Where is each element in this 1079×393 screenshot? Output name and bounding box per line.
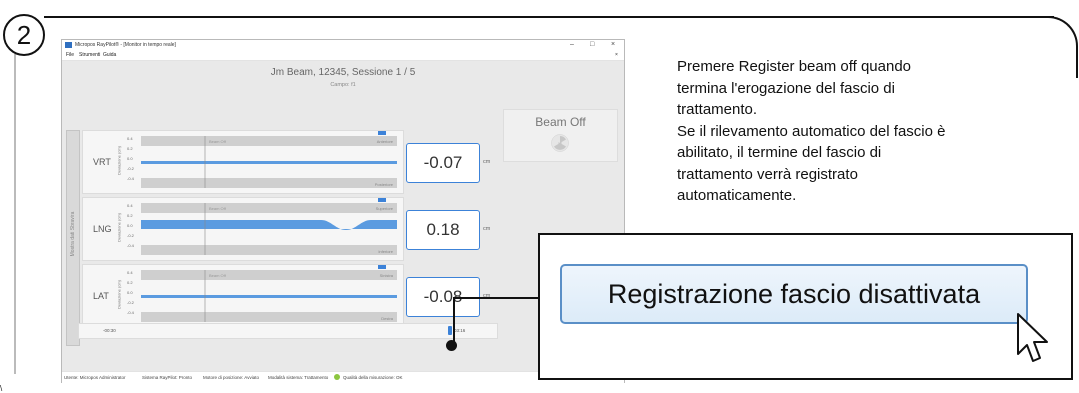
leader-line — [453, 297, 540, 299]
marker-icon — [378, 265, 386, 269]
unit-vrt: cm — [483, 159, 491, 165]
timeline-start: -00:30 — [103, 328, 116, 333]
frame-top-line — [44, 16, 1054, 18]
status-user: Utente: Micropos Administrator — [64, 375, 126, 380]
side-tab[interactable]: Mostra dati Sbravira — [66, 130, 80, 346]
vrt-deviation-plot: Beam Off Anteriore Posteriore — [141, 136, 397, 188]
value-vrt: -0.07 — [406, 143, 480, 183]
step-number: 2 — [3, 14, 45, 56]
tick-label: 0.0 — [127, 223, 133, 228]
panel-lat: LAT Deviazione (cm) 0.4 0.2 0.0 -0.2 -0.… — [82, 264, 404, 328]
timeline-end: 03:16 — [454, 328, 466, 333]
y-axis-label: Deviazione (cm) — [116, 146, 122, 175]
tick-label: 0.4 — [127, 270, 133, 275]
frame-left-line — [14, 54, 16, 374]
status-system: Sistema RayPilot: Pronto — [142, 375, 193, 380]
lng-deviation-plot: Beam Off Superiore Inferiore — [141, 203, 397, 255]
y-axis-label: Deviazione (cm) — [116, 213, 122, 242]
cursor-icon — [1017, 313, 1048, 362]
marker-icon — [378, 198, 386, 202]
instruction-line: Premere Register beam off quando — [677, 58, 912, 75]
session-title: Jm Beam, 12345, Sessione 1 / 5 — [270, 67, 416, 78]
instruction-text: Premere Register beam off quando termina… — [677, 56, 1072, 207]
tick-label: -0.4 — [127, 243, 134, 248]
channel-label-vrt: VRT — [93, 157, 111, 167]
bottom-label-vrt: Posteriore — [375, 182, 394, 187]
menu-bar: File Strumenti Guida × — [62, 51, 624, 61]
title-bar: Micropos RayPilot® - [Monitor in tempo r… — [62, 40, 624, 51]
tick-label: 0.4 — [127, 136, 133, 141]
instruction-line: trattamento. — [677, 101, 758, 118]
maximize-button[interactable]: □ — [590, 41, 594, 49]
panel-lng: LNG Deviazione (cm) 0.4 0.2 0.0 -0.2 -0.… — [82, 197, 404, 261]
instruction-line: termina l'erogazione del fascio di — [677, 79, 895, 97]
field-label: Campo: f1 — [330, 82, 356, 88]
lat-deviation-plot: Beam Off Sinistra Destra — [141, 270, 397, 322]
tick-label: -0.2 — [127, 300, 134, 305]
minimize-button[interactable]: – — [570, 41, 574, 49]
tick-label: -0.2 — [127, 233, 134, 238]
quality-ok-icon — [334, 374, 340, 380]
close-document-button[interactable]: × — [615, 52, 618, 58]
unit-lng: cm — [483, 226, 491, 232]
beam-status-card: Beam Off — [503, 109, 618, 162]
radiation-icon — [551, 134, 569, 152]
beam-label-vrt: Beam Off — [209, 139, 227, 144]
tick-label: -0.4 — [127, 310, 134, 315]
tick-label: -0.4 — [127, 176, 134, 181]
marker-icon — [378, 131, 386, 135]
tick-label: 0.4 — [127, 203, 133, 208]
status-mode: Modalità sistema: Trattamento — [268, 375, 329, 380]
app-icon — [65, 42, 72, 48]
channel-label-lng: LNG — [93, 224, 112, 234]
tick-label: 0.0 — [127, 156, 133, 161]
side-tab-label: Mostra dati Sbravira — [70, 211, 76, 257]
leader-line — [453, 297, 455, 345]
top-label-lng: Superiore — [376, 206, 394, 211]
register-beam-off-label: Registrazione fascio disattivata — [607, 279, 981, 309]
status-quality: Qualità della misurazione: OK — [343, 375, 403, 380]
instruction-line: Se il rilevamento automatico del fascio … — [677, 122, 946, 140]
close-button[interactable]: × — [611, 41, 615, 49]
tick-label: 0.2 — [127, 213, 133, 218]
top-label-vrt: Anteriore — [377, 139, 394, 144]
panel-vrt: VRT Deviazione (cm) 0.4 0.2 0.0 -0.2 -0.… — [82, 130, 404, 194]
beam-status-label: Beam Off — [535, 115, 586, 129]
timeline[interactable]: -00:30 03:16 — [78, 323, 498, 339]
status-engine: Motore di posizione: Avviato — [203, 375, 259, 380]
bottom-label-lng: Inferiore — [378, 249, 393, 254]
menu-guida[interactable]: Guida — [103, 52, 116, 58]
beam-label-lng: Beam Off — [209, 206, 227, 211]
tick-label: 0.2 — [127, 280, 133, 285]
y-axis-label: Deviazione (cm) — [116, 280, 122, 309]
tick-label: -0.2 — [127, 166, 134, 171]
channel-label-lat: LAT — [93, 291, 109, 301]
instruction-line: abilitato, il termine del fascio di — [677, 144, 882, 161]
beam-label-lat: Beam Off — [209, 273, 227, 278]
tick-label: 0.0 — [127, 290, 133, 295]
value-lng: 0.18 — [406, 210, 480, 250]
top-label-lat: Sinistra — [380, 273, 394, 278]
instruction-line: trattamento verrà registrato — [677, 165, 858, 183]
timeline-handle[interactable] — [448, 326, 452, 335]
tick-label: 0.2 — [127, 146, 133, 151]
leader-dot — [446, 340, 457, 351]
window-title: Micropos RayPilot® - [Monitor in tempo r… — [75, 42, 176, 48]
instruction-line: automaticamente. — [677, 187, 797, 204]
menu-file[interactable]: File — [66, 52, 74, 58]
register-beam-off-button[interactable]: Registrazione fascio disattivata — [560, 264, 1028, 324]
menu-strumenti[interactable]: Strumenti — [79, 52, 100, 58]
bottom-label-lat: Destra — [381, 316, 394, 321]
